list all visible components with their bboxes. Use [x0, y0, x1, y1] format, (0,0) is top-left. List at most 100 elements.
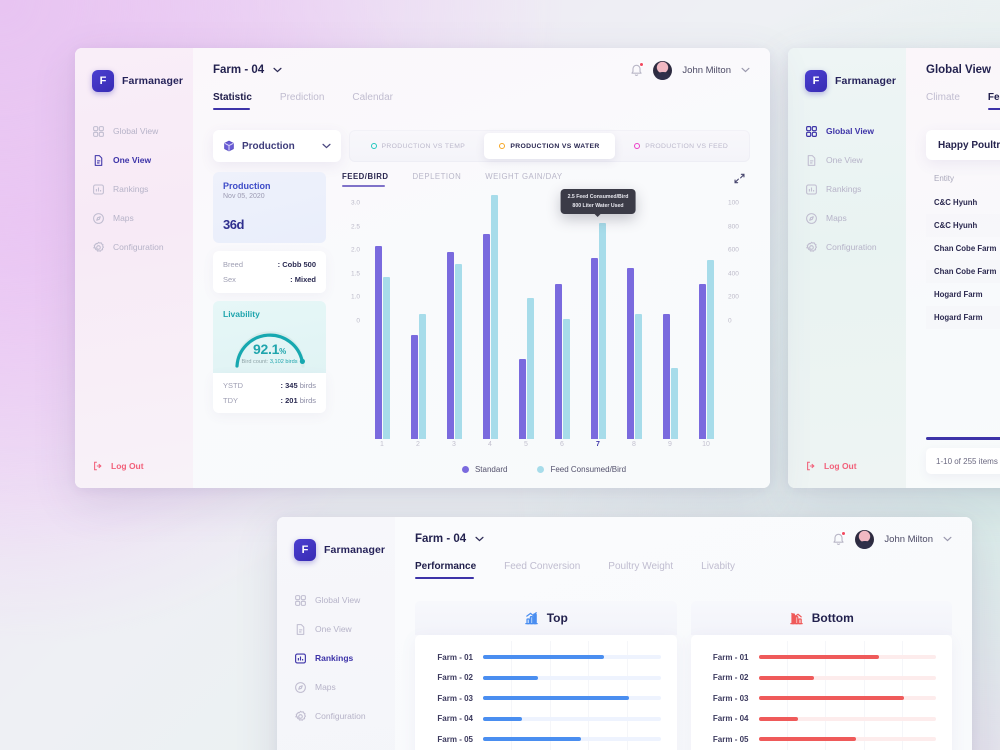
bar-feed-consumed[interactable]: [598, 223, 606, 439]
bar-standard[interactable]: [446, 252, 454, 439]
sidebar-item-maps[interactable]: Maps: [277, 674, 395, 700]
bar-standard[interactable]: [554, 284, 562, 439]
bar-series: [364, 193, 724, 439]
plot: 1 2 3 4 5 6 7 8 9 10 2.5 Feed Consumed/Bird 800 L…: [364, 189, 724, 455]
tab-statistic[interactable]: Statistic: [213, 92, 252, 111]
sidebar-item-one-view[interactable]: One View: [788, 147, 906, 173]
search-input[interactable]: Happy Poultry: [926, 130, 1000, 160]
table-row[interactable]: C&C Hyunh: [926, 191, 1000, 214]
chart-up-icon: [524, 611, 539, 626]
ranking-row: Farm - 01: [425, 647, 661, 668]
expand-icon[interactable]: [733, 172, 746, 185]
table-row[interactable]: C&C Hyunh: [926, 214, 1000, 237]
table-row[interactable]: Hogard Farm: [926, 283, 1000, 306]
avatar: [653, 60, 673, 80]
table-row[interactable]: Hogard Farm: [926, 306, 1000, 329]
notification-bell-icon[interactable]: [630, 62, 645, 77]
farm-selector[interactable]: Farm - 04: [415, 533, 484, 545]
tab-livabity[interactable]: Livabity: [701, 561, 735, 580]
sidebar-item-configuration[interactable]: Configuration: [75, 234, 193, 260]
bar-feed-consumed[interactable]: [418, 314, 426, 439]
bar-group: [652, 193, 688, 439]
logout-button[interactable]: Log Out: [75, 460, 193, 472]
table-row[interactable]: Chan Cobe Farm: [926, 237, 1000, 260]
pill-production-vs-feed[interactable]: PRODUCTION VS FEED: [615, 133, 747, 159]
sidebar-item-rankings[interactable]: Rankings: [788, 176, 906, 202]
brand-logo: F: [92, 70, 114, 92]
bird-count-label: Bird count:: [241, 359, 269, 365]
tab-calendar[interactable]: Calendar: [352, 92, 393, 111]
tab-climate[interactable]: Climate: [926, 92, 960, 111]
ranking-bar-fill: [758, 716, 798, 721]
notification-badge: [639, 62, 645, 67]
tab-feed[interactable]: Feed: [987, 92, 1000, 111]
pill-production-vs-water[interactable]: PRODUCTION VS WATER: [483, 133, 616, 159]
tab-feed-conversion[interactable]: Feed Conversion: [504, 561, 580, 580]
bar-standard[interactable]: [662, 313, 670, 439]
ranking-bar-track: [758, 737, 936, 742]
bar-feed-consumed[interactable]: [706, 260, 714, 439]
ranking-row-label: Farm - 03: [712, 693, 749, 703]
global-view-window: F Farmanager Global View One View Rankin…: [788, 48, 1000, 488]
user-name: John Milton: [682, 64, 731, 76]
bar-feed-consumed[interactable]: [670, 368, 678, 439]
pill-label: PRODUCTION VS TEMP: [381, 142, 466, 150]
tab-poultry-weight[interactable]: Poultry Weight: [608, 561, 673, 580]
metric-selector[interactable]: Production: [213, 130, 341, 162]
sidebar-item-maps[interactable]: Maps: [788, 205, 906, 231]
ranking-row: Farm - 02: [425, 668, 661, 689]
sidebar-item-label: Rankings: [113, 184, 149, 194]
bar-standard[interactable]: [626, 268, 634, 439]
chevron-down-icon[interactable]: [741, 67, 750, 73]
table-row[interactable]: Chan Cobe Farm: [926, 260, 1000, 283]
ranking-row: Farm - 04: [425, 709, 661, 730]
y-tick-left: 0: [356, 317, 360, 325]
tdy-label: TDY: [223, 396, 238, 405]
top-panel-title: Top: [546, 611, 568, 625]
sidebar-item-global-view[interactable]: Global View: [788, 118, 906, 144]
bar-feed-consumed[interactable]: [490, 195, 498, 439]
ranking-bar-track: [758, 675, 936, 680]
sidebar-item-rankings[interactable]: Rankings: [75, 176, 193, 202]
tab-performance[interactable]: Performance: [415, 561, 476, 580]
y-tick-right: 100: [728, 199, 739, 207]
compass-icon: [805, 212, 818, 225]
chevron-down-icon[interactable]: [943, 536, 952, 542]
sidebar-item-maps[interactable]: Maps: [75, 205, 193, 231]
document-icon: [294, 623, 307, 636]
chart-card: FEED/BIRD DEPLETION WEIGHT GAIN/DAY 3.0 2…: [338, 172, 750, 474]
sidebar-item-rankings[interactable]: Rankings: [277, 645, 395, 671]
tab-prediction[interactable]: Prediction: [280, 92, 324, 111]
sex-value: : Mixed: [290, 275, 316, 284]
bar-standard[interactable]: [374, 246, 382, 439]
sidebar-item-configuration[interactable]: Configuration: [788, 234, 906, 260]
sidebar-item-label: Configuration: [315, 711, 366, 721]
bar-feed-consumed[interactable]: [526, 297, 534, 439]
farm-selector[interactable]: Farm - 04: [213, 64, 282, 76]
bar-standard[interactable]: [410, 334, 418, 439]
bar-feed-consumed[interactable]: [382, 277, 390, 439]
sidebar-item-one-view[interactable]: One View: [75, 147, 193, 173]
logout-button[interactable]: Log Out: [788, 460, 906, 472]
bar-feed-consumed[interactable]: [454, 263, 462, 439]
sidebar-item-one-view[interactable]: One View: [277, 616, 395, 642]
sidebar-item-global-view[interactable]: Global View: [277, 587, 395, 613]
sidebar-item-global-view[interactable]: Global View: [75, 118, 193, 144]
ranking-row-label: Farm - 04: [712, 714, 749, 724]
bar-standard[interactable]: [698, 284, 706, 439]
bar-standard[interactable]: [518, 358, 526, 439]
bar-standard[interactable]: [590, 257, 598, 439]
breed-row: Breed : Cobb 500: [223, 260, 316, 269]
chart-tab-weight-gain[interactable]: WEIGHT GAIN/DAY: [485, 172, 562, 187]
notification-bell-icon[interactable]: [832, 531, 847, 546]
horizontal-scrollbar[interactable]: [926, 437, 1000, 440]
chart-tab-depletion[interactable]: DEPLETION: [413, 172, 462, 187]
bar-feed-consumed[interactable]: [634, 313, 642, 439]
sidebar-item-configuration[interactable]: Configuration: [277, 703, 395, 729]
ranking-bar-track: [483, 716, 661, 721]
legend-label: Feed Consumed/Bird: [550, 465, 627, 474]
chart-tab-feed-bird[interactable]: FEED/BIRD: [342, 172, 389, 187]
bar-standard[interactable]: [482, 234, 490, 439]
bar-feed-consumed[interactable]: [562, 319, 570, 439]
pill-production-vs-temp[interactable]: PRODUCTION VS TEMP: [352, 133, 484, 159]
